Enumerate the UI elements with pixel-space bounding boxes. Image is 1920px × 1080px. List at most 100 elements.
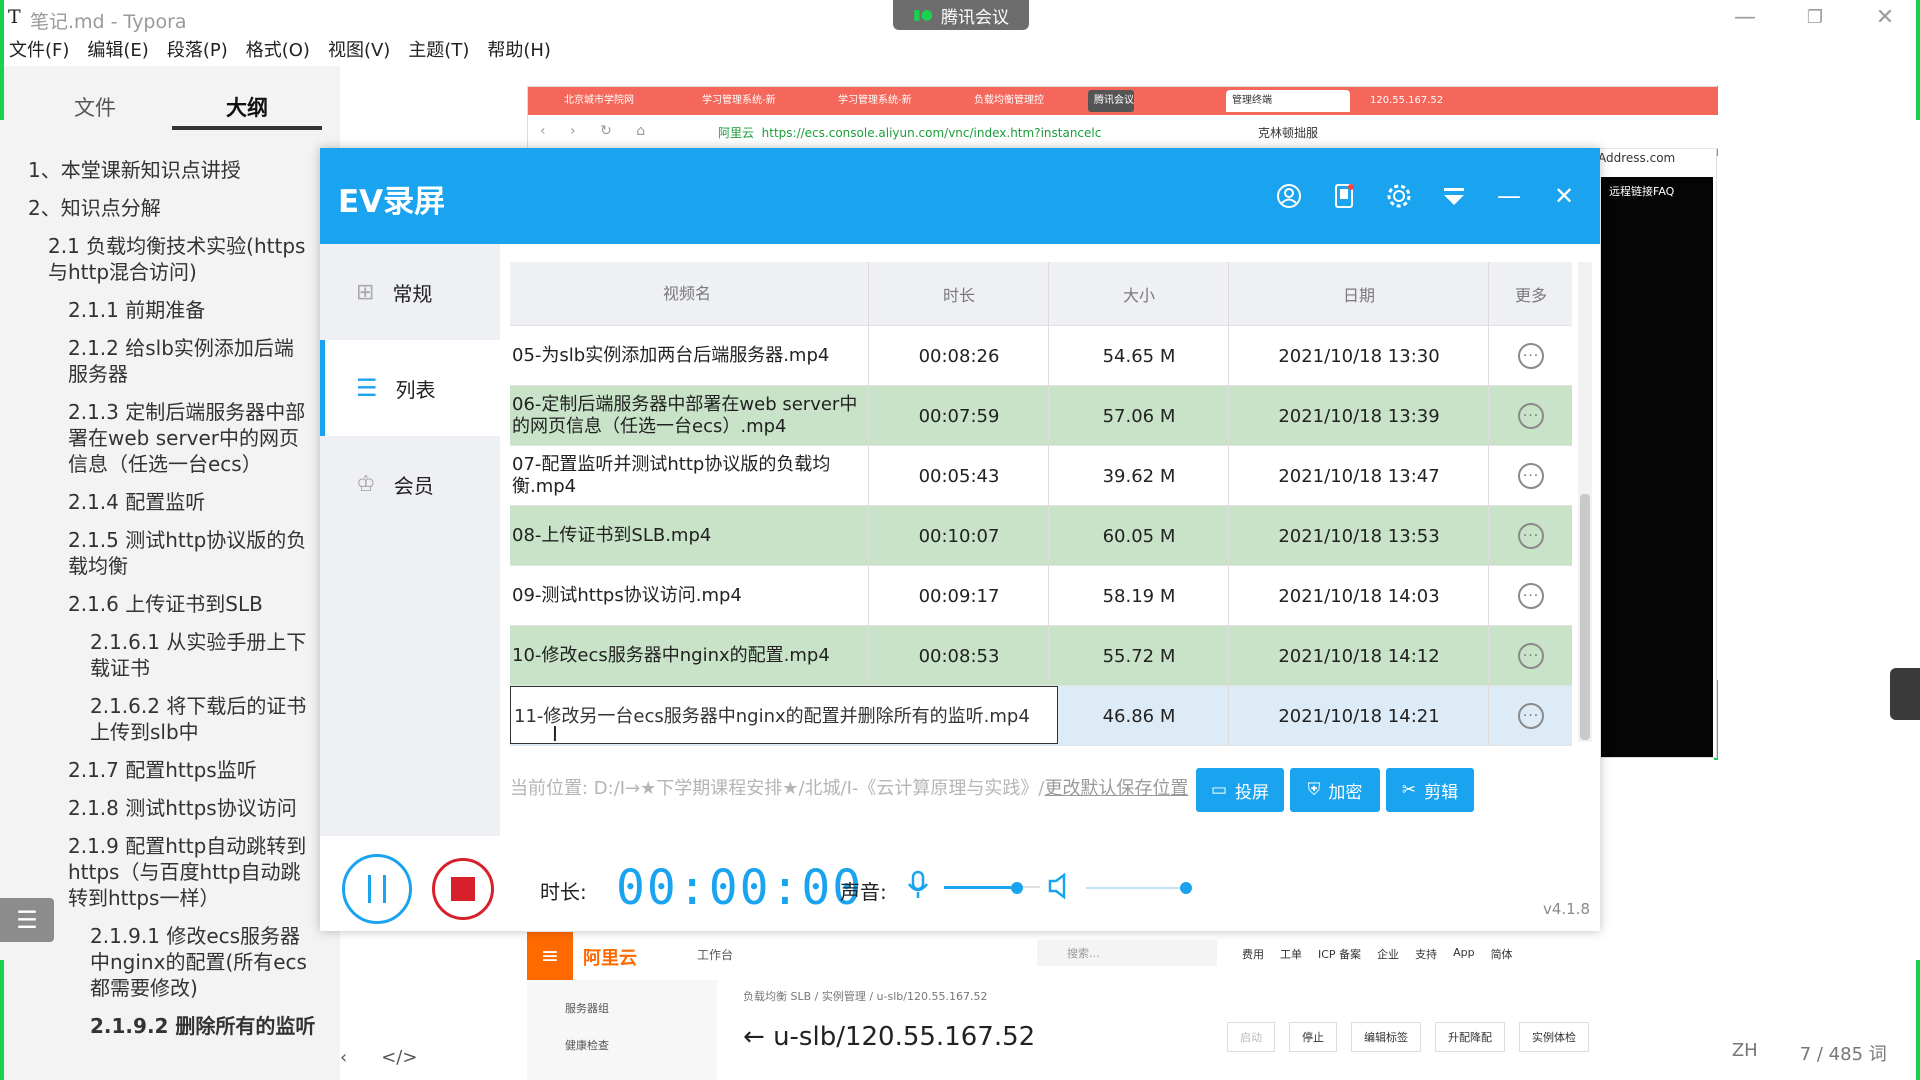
source-code-icon[interactable]: </> — [381, 1047, 417, 1068]
phone-icon[interactable] — [1326, 178, 1362, 214]
video-name: 08-上传证书到SLB.mp4 — [512, 525, 712, 546]
aliyun-logo[interactable]: 阿里云 — [583, 944, 637, 970]
outline-item[interactable]: 2.1.8 测试https协议访问 — [68, 795, 318, 821]
address-bar[interactable]: ‹ › ↻ ⌂ 阿里云 https://ecs.console.aliyun.c… — [528, 115, 1718, 149]
speaker-icon[interactable] — [1046, 872, 1072, 900]
table-row[interactable]: 09-测试https协议访问.mp4 00:09:17 58.19 M 2021… — [510, 566, 1572, 626]
chevron-left-icon[interactable]: ‹ — [340, 1047, 347, 1068]
table-row[interactable]: 10-修改ecs服务器中nginx的配置.mp4 00:08:53 55.72 … — [510, 626, 1572, 686]
version-label: v4.1.8 — [1542, 900, 1590, 918]
outline-item[interactable]: 2.1.7 配置https监听 — [68, 757, 318, 783]
outline-item[interactable]: 2.1.6.1 从实验手册上下载证书 — [90, 629, 310, 681]
typora-logo: T — [8, 6, 21, 28]
crown-icon: ♔ — [356, 471, 376, 497]
speaker-volume-slider[interactable] — [1086, 882, 1192, 894]
more-button[interactable]: ··· — [1490, 506, 1572, 566]
mic-volume-slider[interactable] — [944, 882, 1040, 894]
menu-paragraph[interactable]: 段落(P) — [167, 36, 228, 66]
more-button[interactable]: ··· — [1490, 446, 1572, 506]
outline-item-current[interactable]: 2.1.9.2 删除所有的监听 — [90, 1013, 330, 1039]
outline-item[interactable]: 2.1.2 给slb实例添加后端服务器 — [68, 335, 308, 387]
table-row-editing[interactable]: 11-修改另一台ecs服务器中nginx的配置并删除所有的监听.mp4 46.8… — [510, 686, 1572, 746]
outline-item[interactable]: 2、知识点分解 — [28, 195, 318, 221]
side-item[interactable]: 服务器组 — [565, 1000, 609, 1016]
gear-icon[interactable] — [1381, 178, 1417, 214]
console-search[interactable]: 搜索... — [1037, 940, 1217, 966]
meeting-indicator[interactable]: ▮● 腾讯会议 — [893, 0, 1029, 30]
search-engine[interactable]: 克林顿拙服 — [1258, 124, 1318, 141]
mic-volume-knob[interactable] — [1011, 882, 1023, 894]
vnc-terminal[interactable]: 远程链接FAQ — [1601, 177, 1713, 757]
more-button[interactable]: ··· — [1490, 566, 1572, 626]
more-button[interactable]: ··· — [1490, 626, 1572, 686]
outline-item[interactable]: 1、本堂课新知识点讲授 — [28, 157, 318, 183]
app-title: EV录屏 — [338, 184, 446, 220]
outline-item[interactable]: 2.1.1 前期准备 — [68, 297, 318, 323]
change-save-location-link[interactable]: 更改默认保存位置 — [1044, 778, 1188, 799]
more-button[interactable]: ··· — [1490, 326, 1572, 386]
more-button[interactable]: ··· — [1490, 386, 1572, 446]
nav-list[interactable]: ☰ 列表 — [320, 340, 500, 436]
edit-button[interactable]: ✂ 剪辑 — [1386, 768, 1474, 812]
outline-item[interactable]: 2.1.6.2 将下载后的证书上传到slb中 — [90, 693, 310, 745]
browser-tab[interactable]: 学习管理系统-新 — [696, 90, 776, 112]
minimize-button[interactable]: — — [1710, 0, 1780, 34]
table-row[interactable]: 08-上传证书到SLB.mp4 00:10:07 60.05 M 2021/10… — [510, 506, 1572, 566]
table-row[interactable]: 07-配置监听并测试http协议版的负载均衡.mp4 00:05:43 39.6… — [510, 446, 1572, 506]
menu-format[interactable]: 格式(O) — [246, 36, 310, 66]
outline-item[interactable]: 2.1.9 配置http自动跳转到https（与百度http自动跳转到https… — [68, 833, 308, 911]
menu-view[interactable]: 视图(V) — [328, 36, 390, 66]
user-icon[interactable] — [1271, 178, 1307, 214]
rename-input[interactable]: 11-修改另一台ecs服务器中nginx的配置并删除所有的监听.mp4 — [510, 686, 1058, 744]
menu-edit[interactable]: 编辑(E) — [87, 36, 148, 66]
outline-item[interactable]: 2.1.4 配置监听 — [68, 489, 318, 515]
menu-theme[interactable]: 主题(T) — [408, 36, 469, 66]
browser-tab[interactable]: 学习管理系统-新 — [832, 90, 912, 112]
video-size: 54.65 M — [1102, 345, 1176, 367]
outline-item[interactable]: 2.1 负载均衡技术实验(https与http混合访问) — [48, 233, 310, 285]
nav-general[interactable]: ⊞ 常规 — [320, 244, 500, 340]
duration-label: 时长: — [540, 880, 587, 904]
table-row[interactable]: 05-为slb实例添加两台后端服务器.mp4 00:08:26 54.65 M … — [510, 326, 1572, 386]
outline-item[interactable]: 2.1.9.1 修改ecs服务器中nginx的配置(所有ecs都需要修改) — [90, 923, 315, 1001]
table-row[interactable]: 06-定制后端服务器中部署在web server中的网页信息（任选一台ecs）.… — [510, 386, 1572, 446]
nav-member[interactable]: ♔ 会员 — [320, 436, 500, 532]
hamburger-icon[interactable]: ≡ — [527, 932, 573, 980]
url-field[interactable]: 阿里云 https://ecs.console.aliyun.com/vnc/i… — [718, 124, 1101, 141]
side-item[interactable]: 健康检查 — [565, 1037, 609, 1053]
browser-tab-active[interactable]: 管理终端 — [1226, 90, 1350, 112]
workbench-link[interactable]: 工作台 — [697, 946, 733, 963]
word-count[interactable]: 7 / 485 词 — [1800, 1040, 1887, 1066]
pause-button[interactable] — [342, 854, 412, 924]
back-arrow-icon[interactable]: ← — [743, 1022, 765, 1052]
faq-link[interactable]: 远程链接FAQ — [1609, 183, 1674, 199]
nav-arrows-icon[interactable]: ‹ › ↻ ⌂ — [540, 123, 655, 139]
browser-tab[interactable]: 北京城市学院网 — [558, 90, 634, 112]
input-language[interactable]: ZH — [1732, 1040, 1758, 1066]
more-button[interactable]: ··· — [1490, 686, 1572, 746]
menu-file[interactable]: 文件(F) — [9, 36, 69, 66]
more-icon: ··· — [1518, 703, 1544, 729]
tab-files[interactable]: 文件 — [20, 86, 170, 130]
speaker-volume-knob[interactable] — [1180, 882, 1192, 894]
cast-button[interactable]: ▭ 投屏 — [1196, 768, 1284, 812]
close-icon[interactable]: ✕ — [1546, 178, 1582, 214]
browser-tab[interactable]: 腾讯会议 — [1088, 90, 1134, 112]
outline-toggle-button[interactable]: ☰ — [0, 898, 54, 942]
scrollbar-thumb[interactable] — [1580, 494, 1590, 740]
outline-item[interactable]: 2.1.3 定制后端服务器中部署在web server中的网页信息（任选一台ec… — [68, 399, 314, 477]
outline-item[interactable]: 2.1.5 测试http协议版的负载均衡 — [68, 527, 308, 579]
browser-tab[interactable]: 负载均衡管理控 — [968, 90, 1044, 112]
minimize-icon[interactable]: — — [1491, 178, 1527, 214]
encrypt-button[interactable]: ⛨ 加密 — [1290, 768, 1380, 812]
meeting-side-handle[interactable] — [1890, 668, 1920, 720]
browser-tab[interactable]: 120.55.167.52 — [1364, 90, 1443, 112]
tab-outline[interactable]: 大纲 — [172, 86, 322, 130]
outline-item[interactable]: 2.1.6 上传证书到SLB — [68, 591, 318, 617]
menu-help[interactable]: 帮助(H) — [487, 36, 551, 66]
microphone-icon[interactable] — [905, 870, 931, 900]
stop-button[interactable] — [432, 858, 494, 920]
collapse-icon[interactable] — [1436, 178, 1472, 214]
restore-button[interactable]: ❐ — [1780, 0, 1850, 34]
close-button[interactable]: ✕ — [1850, 0, 1920, 34]
